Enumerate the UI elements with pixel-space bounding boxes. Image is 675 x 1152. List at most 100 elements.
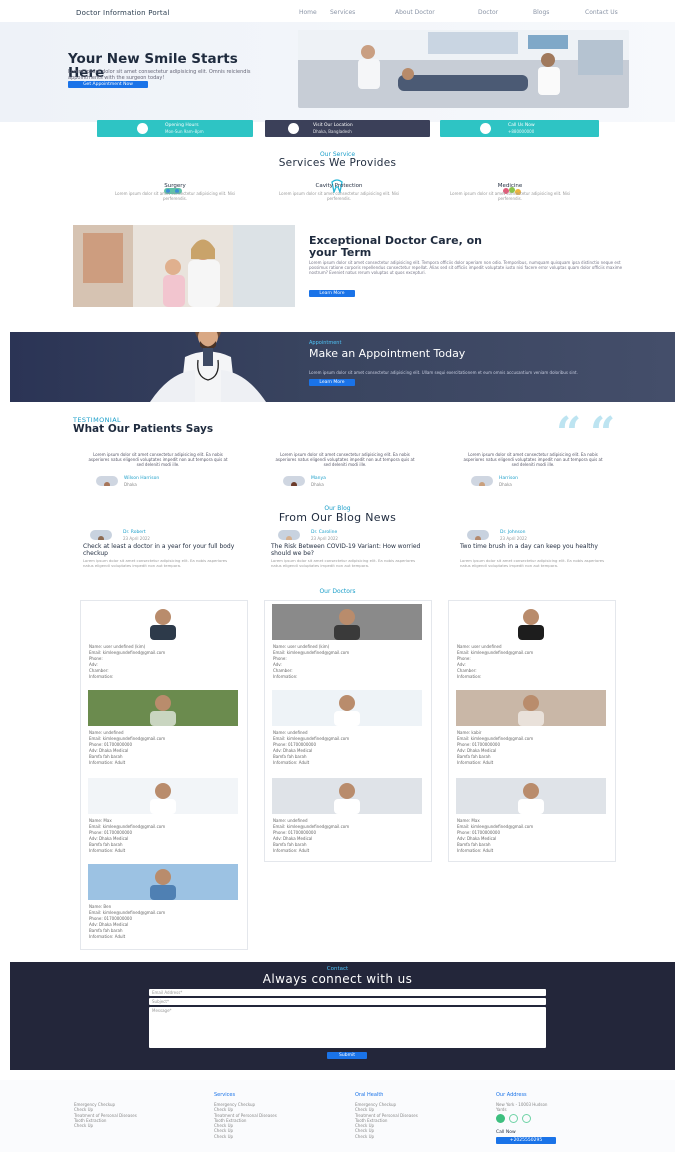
blog-date: 23 April 2022 bbox=[311, 536, 338, 541]
doctor-card[interactable]: Name: Ben Email: kimlee@undefined@gmail.c… bbox=[80, 864, 248, 948]
doctor-name: Name: undefined bbox=[273, 818, 308, 823]
doctor-with-child-image bbox=[73, 225, 295, 307]
doctor-card[interactable]: Name: user undefined Email: kimlee@undefi… bbox=[448, 604, 616, 688]
doctor-card[interactable]: Name: user undefined (kim) Email: kimlee@… bbox=[80, 604, 248, 688]
footer-heading: Our Address bbox=[496, 1092, 527, 1098]
subject-field[interactable]: Subject* bbox=[149, 998, 546, 1005]
card-title: Opening Hours bbox=[165, 123, 199, 128]
message-field[interactable]: Message* bbox=[149, 1007, 546, 1048]
doctor-card[interactable]: Name: undefined Email: kimlee@undefined@g… bbox=[264, 778, 432, 862]
doctor-info: Information: Adult bbox=[273, 760, 310, 765]
doctor-photo bbox=[272, 604, 422, 640]
nav-link-about-doctor[interactable]: About Doctor bbox=[395, 9, 435, 16]
doctor-loc: Adv: Dhaka Medical bbox=[273, 836, 313, 841]
doctor-photo bbox=[88, 690, 238, 726]
call-now-button[interactable]: +2025550295 bbox=[496, 1137, 556, 1144]
footer-column: Services Emergency Checkup Check Up Trea… bbox=[214, 1092, 344, 1139]
facebook-icon[interactable] bbox=[496, 1114, 505, 1123]
doctor-loc: Adv: Dhaka Medical bbox=[273, 748, 313, 753]
doctor-email: Email: kimlee@undefined@gmail.com bbox=[457, 824, 534, 829]
blog-excerpt: Lorem ipsum dolor sit amet consectetur a… bbox=[271, 558, 416, 568]
doctor-info: Information: Adult bbox=[89, 760, 126, 765]
appointment-text: Lorem ipsum dolor sit amet consectetur a… bbox=[309, 370, 578, 375]
clock-icon bbox=[137, 123, 148, 134]
doctor-photo bbox=[88, 778, 238, 814]
doctor-loc: Adv: bbox=[89, 662, 98, 667]
doctor-name: Name: Ben bbox=[89, 904, 112, 909]
location-card: Visit Our Location Dhaka, Bangladesh bbox=[265, 120, 430, 137]
blog-post-title[interactable]: Check at least a doctor in a year for yo… bbox=[83, 543, 238, 557]
nav-link-contact[interactable]: Contact Us bbox=[585, 9, 618, 16]
testimonial-role: Dhaka bbox=[311, 482, 324, 487]
doctor-name: Name: user undefined (kim) bbox=[273, 644, 330, 649]
testimonial-role: Dhaka bbox=[499, 482, 512, 487]
doctor-card[interactable]: Name: undefined Email: kimlee@undefined@g… bbox=[264, 690, 432, 774]
blog-post-title[interactable]: Two time brush in a day can keep you hea… bbox=[460, 543, 615, 551]
testimonial-title: What Our Patients Says bbox=[73, 423, 214, 435]
doctor-card[interactable]: Name: Max Email: kimlee@undefined@gmail.c… bbox=[448, 778, 616, 862]
footer-link[interactable]: Check Up bbox=[355, 1134, 485, 1139]
blog-post-title[interactable]: The Risk Between COVID-19 Variant: How w… bbox=[271, 543, 426, 557]
card-title: Visit Our Location bbox=[313, 123, 353, 128]
doctor-chamber: Bamfa fah barah bbox=[457, 754, 491, 759]
twitter-icon[interactable] bbox=[509, 1114, 518, 1123]
testimonial-name: Manya bbox=[311, 476, 326, 481]
location-pin-icon bbox=[288, 123, 299, 134]
service-name: Cavity Protection bbox=[315, 183, 363, 189]
brand-logo-text[interactable]: Doctor Information Portal bbox=[76, 9, 170, 17]
doctor-photo bbox=[272, 778, 422, 814]
submit-button[interactable]: Submit bbox=[327, 1052, 367, 1059]
doctor-info: Information: bbox=[457, 674, 482, 679]
doctor-info: Information: Adult bbox=[89, 848, 126, 853]
doctor-email: Email: kimlee@undefined@gmail.com bbox=[457, 650, 534, 655]
blog-date: 23 April 2022 bbox=[500, 536, 527, 541]
doctor-loc: Adv: Dhaka Medical bbox=[89, 922, 129, 927]
learn-more-button[interactable]: Learn More bbox=[309, 290, 355, 297]
doctor-info: Information: Adult bbox=[89, 934, 126, 939]
testimonial-card: Lorem ipsum dolor sit amet consectetur a… bbox=[463, 452, 603, 487]
doctor-photo bbox=[456, 778, 606, 814]
testimonial-text: Lorem ipsum dolor sit amet consectetur a… bbox=[88, 452, 228, 467]
contact-title: Always connect with us bbox=[262, 972, 413, 986]
footer-link[interactable]: Check Up bbox=[214, 1134, 344, 1139]
doctor-name: Name: user undefined bbox=[457, 644, 502, 649]
blog-date: 23 April 2022 bbox=[123, 536, 150, 541]
doctor-card[interactable]: Name: Max Email: kimlee@undefined@gmail.c… bbox=[80, 778, 248, 862]
nav-link-home[interactable]: Home bbox=[299, 9, 317, 16]
testimonial-text: Lorem ipsum dolor sit amet consectetur a… bbox=[275, 452, 415, 467]
doctor-chamber: Chamber: bbox=[457, 668, 477, 673]
doctor-chamber: Bamfa fah barah bbox=[89, 842, 123, 847]
service-medicine: Medicine Lorem ipsum dolor sit amet cons… bbox=[445, 183, 575, 201]
doctor-card[interactable]: Name: user undefined (kim) Email: kimlee@… bbox=[264, 604, 432, 688]
footer-column: Our Address New York - 10003 Hudson Yard… bbox=[496, 1092, 626, 1113]
footer-link[interactable]: Check Up bbox=[74, 1123, 204, 1128]
author-avatar bbox=[467, 530, 489, 540]
doctor-chamber: Chamber: bbox=[273, 668, 293, 673]
nav-link-blogs[interactable]: Blogs bbox=[533, 9, 549, 16]
doctor-card[interactable]: Name: kabir Email: kimlee@undefined@gmail… bbox=[448, 690, 616, 774]
doctor-info: Information: Adult bbox=[457, 760, 494, 765]
footer-heading bbox=[74, 1092, 204, 1098]
doctor-phone: Phone: 01700000000 bbox=[89, 742, 133, 747]
doctor-info: Information: bbox=[273, 674, 298, 679]
doctor-email: Email: kimlee@undefined@gmail.com bbox=[89, 824, 166, 829]
doctor-card[interactable]: Name: undefined Email: kimlee@undefined@g… bbox=[80, 690, 248, 774]
services-title: Services We Provides bbox=[278, 157, 397, 169]
blog-title: From Our Blog News bbox=[278, 511, 397, 524]
doctor-photo bbox=[456, 604, 606, 640]
testimonial-role: Dhaka bbox=[124, 482, 137, 487]
doctor-phone: Phone: 01700000000 bbox=[273, 830, 317, 835]
email-field[interactable]: Email Address* bbox=[149, 989, 546, 996]
nav-link-services[interactable]: Services bbox=[330, 9, 355, 16]
service-surgery: Surgery Lorem ipsum dolor sit amet conse… bbox=[110, 183, 240, 201]
doctor-phone: Phone: 01700000000 bbox=[89, 830, 133, 835]
linkedin-icon[interactable] bbox=[522, 1114, 531, 1123]
get-appointment-button[interactable]: Get Appointment Now bbox=[68, 81, 148, 88]
blog-excerpt: Lorem ipsum dolor sit amet consectetur a… bbox=[460, 558, 605, 568]
address-line: Yards bbox=[496, 1107, 507, 1113]
nav-link-doctor[interactable]: Doctor bbox=[478, 9, 498, 16]
avatar bbox=[96, 476, 118, 486]
appointment-learn-more-button[interactable]: Learn More bbox=[309, 379, 355, 386]
doctor-loc: Adv: bbox=[457, 662, 466, 667]
testimonial-card: Lorem ipsum dolor sit amet consectetur a… bbox=[88, 452, 228, 487]
